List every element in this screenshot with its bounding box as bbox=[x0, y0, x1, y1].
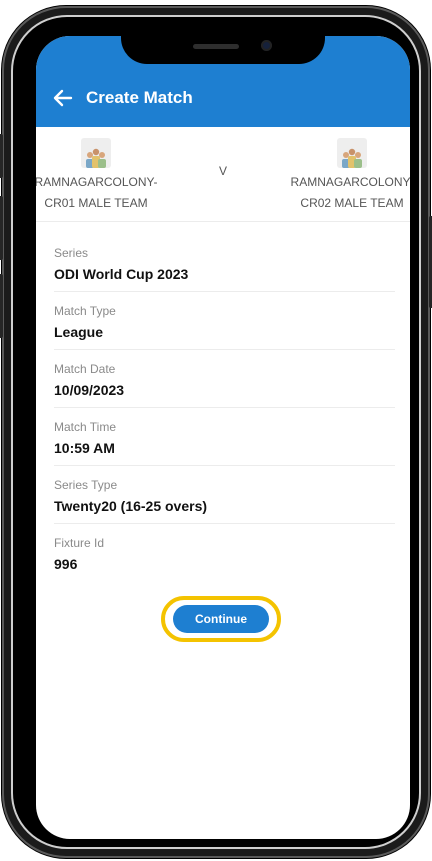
screen: Create Match RAMNAGARCOLONY- CR01 MALE T… bbox=[36, 36, 410, 839]
arrow-left-icon bbox=[53, 89, 73, 107]
front-camera bbox=[261, 40, 272, 51]
match-type-value: League bbox=[54, 324, 104, 340]
notch bbox=[121, 36, 325, 64]
continue-highlight: Continue bbox=[161, 596, 281, 642]
page-title: Create Match bbox=[86, 88, 193, 107]
speaker-grille bbox=[193, 44, 239, 49]
match-type-field: Match Type League bbox=[54, 292, 395, 350]
match-type-label: Match Type bbox=[54, 304, 116, 318]
volume-down-button bbox=[0, 274, 3, 338]
app-bar: Create Match bbox=[36, 69, 410, 127]
team-b: RAMNAGARCOLONY- CR02 MALE TEAM bbox=[282, 136, 410, 214]
match-date-label: Match Date bbox=[54, 362, 116, 376]
fixture-id-value: 996 bbox=[54, 556, 78, 572]
series-value: ODI World Cup 2023 bbox=[54, 266, 189, 282]
series-type-field: Series Type Twenty20 (16-25 overs) bbox=[54, 466, 395, 524]
team-b-name-line2: CR02 MALE TEAM bbox=[300, 196, 404, 210]
match-time-field: Match Time 10:59 AM bbox=[54, 408, 395, 466]
match-details: Series ODI World Cup 2023 Match Type Lea… bbox=[54, 234, 395, 582]
match-time-label: Match Time bbox=[54, 420, 117, 434]
series-label: Series bbox=[54, 246, 89, 260]
team-group-icon bbox=[86, 148, 106, 168]
team-a: RAMNAGARCOLONY- CR01 MALE TEAM bbox=[36, 136, 166, 214]
match-date-field: Match Date 10/09/2023 bbox=[54, 350, 395, 408]
teams-header: RAMNAGARCOLONY- CR01 MALE TEAM V RAMNAGA… bbox=[36, 136, 410, 222]
back-button[interactable] bbox=[52, 87, 74, 109]
series-field: Series ODI World Cup 2023 bbox=[54, 234, 395, 292]
team-a-name-line2: CR01 MALE TEAM bbox=[44, 196, 148, 210]
series-type-value: Twenty20 (16-25 overs) bbox=[54, 498, 208, 514]
match-time-value: 10:59 AM bbox=[54, 440, 115, 456]
match-date-value: 10/09/2023 bbox=[54, 382, 125, 398]
continue-button[interactable]: Continue bbox=[173, 605, 269, 633]
versus-label: V bbox=[219, 164, 228, 178]
team-group-icon bbox=[342, 148, 362, 168]
team-avatar-icon bbox=[337, 138, 367, 168]
team-a-name-line1: RAMNAGARCOLONY- bbox=[36, 175, 158, 189]
mute-switch bbox=[0, 134, 3, 178]
team-avatar-icon bbox=[81, 138, 111, 168]
fixture-id-label: Fixture Id bbox=[54, 536, 105, 550]
volume-up-button bbox=[0, 196, 3, 260]
team-b-name-line1: RAMNAGARCOLONY- bbox=[290, 175, 410, 189]
fixture-id-field: Fixture Id 996 bbox=[54, 524, 395, 582]
series-type-label: Series Type bbox=[54, 478, 118, 492]
